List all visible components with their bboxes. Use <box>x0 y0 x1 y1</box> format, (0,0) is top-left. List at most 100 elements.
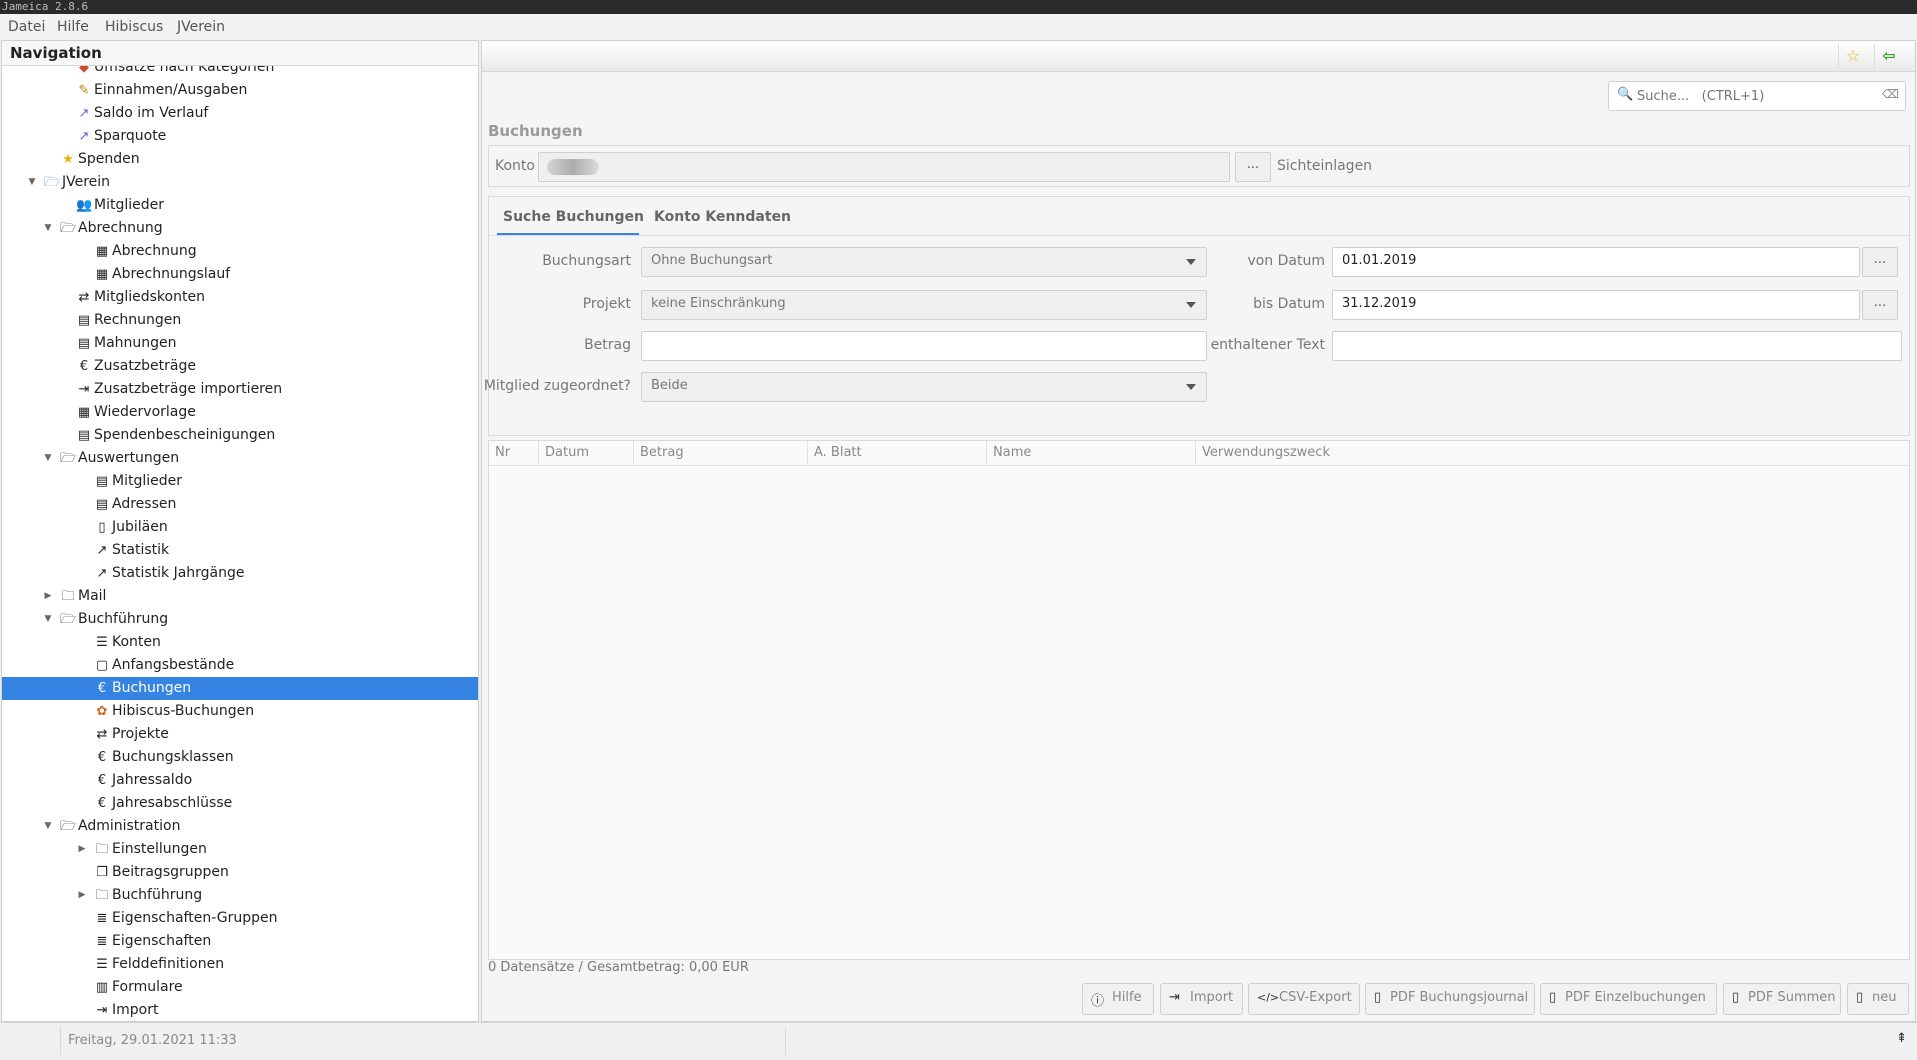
von-datum-picker-button[interactable]: ... <box>1862 247 1898 277</box>
pdf-einzelbuchungen-button[interactable]: ▯ PDF Einzelbuchungen <box>1540 983 1717 1015</box>
nav-item-auswertungen[interactable]: ▼ 🗁 Auswertungen <box>2 447 478 470</box>
nav-item-zusatzbeträge-importieren[interactable]: ⇥ Zusatzbeträge importieren <box>2 378 478 401</box>
help-icon: ⓘ <box>1091 994 1105 1009</box>
nav-item-label: Auswertungen <box>78 450 180 466</box>
nav-item-anfangsbestände[interactable]: ▢ Anfangsbestände <box>2 654 478 677</box>
search-input[interactable] <box>1635 85 1879 107</box>
projekt-select[interactable]: keine Einschränkung <box>641 290 1207 320</box>
nav-item-label: Administration <box>78 818 181 834</box>
nav-item-label: Beitragsgruppen <box>112 864 229 880</box>
buchungsart-select[interactable]: Ohne Buchungsart <box>641 247 1207 277</box>
mitglied-select[interactable]: Beide <box>641 372 1207 402</box>
von-datum-input[interactable]: 01.01.2019 <box>1332 247 1860 277</box>
nav-item-buchungsklassen[interactable]: € Buchungsklassen <box>2 746 478 769</box>
menu-bar: Datei Hilfe Hibiscus JVerein <box>0 14 1917 40</box>
nav-item-konten[interactable]: ☰ Konten <box>2 631 478 654</box>
nav-item-rechnungen[interactable]: ▤ Rechnungen <box>2 309 478 332</box>
nav-item-statistik-jahrgänge[interactable]: ↗ Statistik Jahrgänge <box>2 562 478 585</box>
nav-item-import[interactable]: ⇥ Import <box>2 999 478 1021</box>
hilfe-button[interactable]: ⓘ Hilfe <box>1082 983 1154 1015</box>
konto-field[interactable] <box>538 152 1230 182</box>
column-betrag[interactable]: Betrag <box>634 441 808 465</box>
nav-item-spenden[interactable]: ★ Spenden <box>2 148 478 171</box>
nav-item-formulare[interactable]: ▥ Formulare <box>2 976 478 999</box>
clear-search-icon[interactable]: ⌫ <box>1882 87 1899 101</box>
nav-item-statistik[interactable]: ↗ Statistik <box>2 539 478 562</box>
table-header: Nr Datum Betrag A. Blatt Name Verwendung… <box>489 441 1909 466</box>
chevron-down-icon[interactable]: ▼ <box>42 451 54 466</box>
nav-item-felddefinitionen[interactable]: ☰ Felddefinitionen <box>2 953 478 976</box>
nav-item-zusatzbeträge[interactable]: € Zusatzbeträge <box>2 355 478 378</box>
nav-item-buchführung[interactable]: ▼ 🗁 Buchführung <box>2 608 478 631</box>
nav-item-mail[interactable]: ▶ 🗀 Mail <box>2 585 478 608</box>
nav-item-jverein[interactable]: ▼ 🗁 JVerein <box>2 171 478 194</box>
nav-item-eigenschaften-gruppen[interactable]: ≣ Eigenschaften-Gruppen <box>2 907 478 930</box>
nav-item-beitragsgruppen[interactable]: ❐ Beitragsgruppen <box>2 861 478 884</box>
neu-button[interactable]: ▯ neu <box>1847 983 1909 1015</box>
nav-item-saldo-im-verlauf[interactable]: ↗ Saldo im Verlauf <box>2 102 478 125</box>
nav-item-mitgliedskonten[interactable]: ⇄ Mitgliedskonten <box>2 286 478 309</box>
nav-item-eigenschaften[interactable]: ≣ Eigenschaften <box>2 930 478 953</box>
favorite-star-icon[interactable]: ☆ <box>1838 44 1867 68</box>
saving-chart-icon: ↗ <box>78 129 90 144</box>
chevron-right-icon[interactable]: ▶ <box>76 842 88 857</box>
menu-datei[interactable]: Datei <box>8 19 45 35</box>
search-box[interactable]: 🔍 ⌫ <box>1608 81 1906 111</box>
nav-item-mitglieder[interactable]: 👥 Mitglieder <box>2 194 478 217</box>
nav-item-jahresabschlüsse[interactable]: € Jahresabschlüsse <box>2 792 478 815</box>
nav-item-mahnungen[interactable]: ▤ Mahnungen <box>2 332 478 355</box>
bis-datum-input[interactable]: 31.12.2019 <box>1332 290 1860 320</box>
buchungen-table[interactable]: Nr Datum Betrag A. Blatt Name Verwendung… <box>488 440 1910 960</box>
chevron-right-icon[interactable]: ▶ <box>76 888 88 903</box>
column-datum[interactable]: Datum <box>539 441 634 465</box>
nav-item-abrechnung[interactable]: ▦ Abrechnung <box>2 240 478 263</box>
nav-item-jahressaldo[interactable]: € Jahressaldo <box>2 769 478 792</box>
back-arrow-icon[interactable]: ⇦ <box>1874 44 1903 68</box>
nav-item-abrechnungslauf[interactable]: ▦ Abrechnungslauf <box>2 263 478 286</box>
nav-item-label: Eigenschaften-Gruppen <box>112 910 278 926</box>
bis-datum-picker-button[interactable]: ... <box>1862 290 1898 320</box>
nav-item-label: Rechnungen <box>94 312 182 328</box>
tab-suche-buchungen[interactable]: Suche Buchungen <box>503 209 644 225</box>
chevron-down-icon[interactable]: ▼ <box>42 819 54 834</box>
nav-item-umsätze-nach-kategorien[interactable]: ◆ Umsätze nach Kategorien <box>2 66 478 79</box>
pdf-buchungsjournal-button[interactable]: ▯ PDF Buchungsjournal <box>1365 983 1535 1015</box>
nav-item-mitglieder[interactable]: ▤ Mitglieder <box>2 470 478 493</box>
column-name[interactable]: Name <box>987 441 1196 465</box>
buchungen-title: Buchungen <box>488 122 583 140</box>
menu-hilfe[interactable]: Hilfe <box>57 19 89 35</box>
euro-icon: € <box>97 773 107 788</box>
text-input[interactable] <box>1332 331 1902 361</box>
nav-item-einstellungen[interactable]: ▶ 🗀 Einstellungen <box>2 838 478 861</box>
nav-item-abrechnung[interactable]: ▼ 🗁 Abrechnung <box>2 217 478 240</box>
column-verwendungszweck[interactable]: Verwendungszweck <box>1196 441 1908 465</box>
nav-item-administration[interactable]: ▼ 🗁 Administration <box>2 815 478 838</box>
chevron-down-icon[interactable]: ▼ <box>42 612 54 627</box>
invoice-icon: ▤ <box>77 313 91 328</box>
column-a-blatt[interactable]: A. Blatt <box>808 441 987 465</box>
chevron-down-icon[interactable]: ▼ <box>26 175 38 190</box>
nav-item-wiedervorlage[interactable]: ▦ Wiedervorlage <box>2 401 478 424</box>
nav-item-buchführung[interactable]: ▶ 🗀 Buchführung <box>2 884 478 907</box>
column-nr[interactable]: Nr <box>489 441 539 465</box>
nav-item-einnahmen-ausgaben[interactable]: ✎ Einnahmen/Ausgaben <box>2 79 478 102</box>
nav-item-adressen[interactable]: ▤ Adressen <box>2 493 478 516</box>
navigation-tree[interactable]: ◆ Umsätze nach Kategorien ✎ Einnahmen/Ausga… <box>2 66 478 1021</box>
menu-jverein[interactable]: JVerein <box>177 19 225 35</box>
csv-export-button[interactable]: </> CSV-Export <box>1248 983 1360 1015</box>
expand-up-icon[interactable]: ⇞ <box>1896 1031 1907 1046</box>
konto-select-button[interactable]: ... <box>1235 152 1271 182</box>
menu-hibiscus[interactable]: Hibiscus <box>105 19 163 35</box>
chevron-right-icon[interactable]: ▶ <box>42 589 54 604</box>
nav-item-jubiläen[interactable]: ▯ Jubiläen <box>2 516 478 539</box>
import-button[interactable]: ⇥ Import <box>1160 983 1243 1015</box>
tab-konto-kenndaten[interactable]: Konto Kenndaten <box>654 209 791 225</box>
chevron-down-icon[interactable]: ▼ <box>42 221 54 236</box>
betrag-input[interactable] <box>641 331 1207 361</box>
pdf-summen-button[interactable]: ▯ PDF Summen <box>1723 983 1841 1015</box>
nav-item-buchungen[interactable]: € Buchungen <box>2 677 478 700</box>
nav-item-spendenbescheinigungen[interactable]: ▤ Spendenbescheinigungen <box>2 424 478 447</box>
nav-item-projekte[interactable]: ⇄ Projekte <box>2 723 478 746</box>
nav-item-sparquote[interactable]: ↗ Sparquote <box>2 125 478 148</box>
nav-item-hibiscus-buchungen[interactable]: ✿ Hibiscus-Buchungen <box>2 700 478 723</box>
